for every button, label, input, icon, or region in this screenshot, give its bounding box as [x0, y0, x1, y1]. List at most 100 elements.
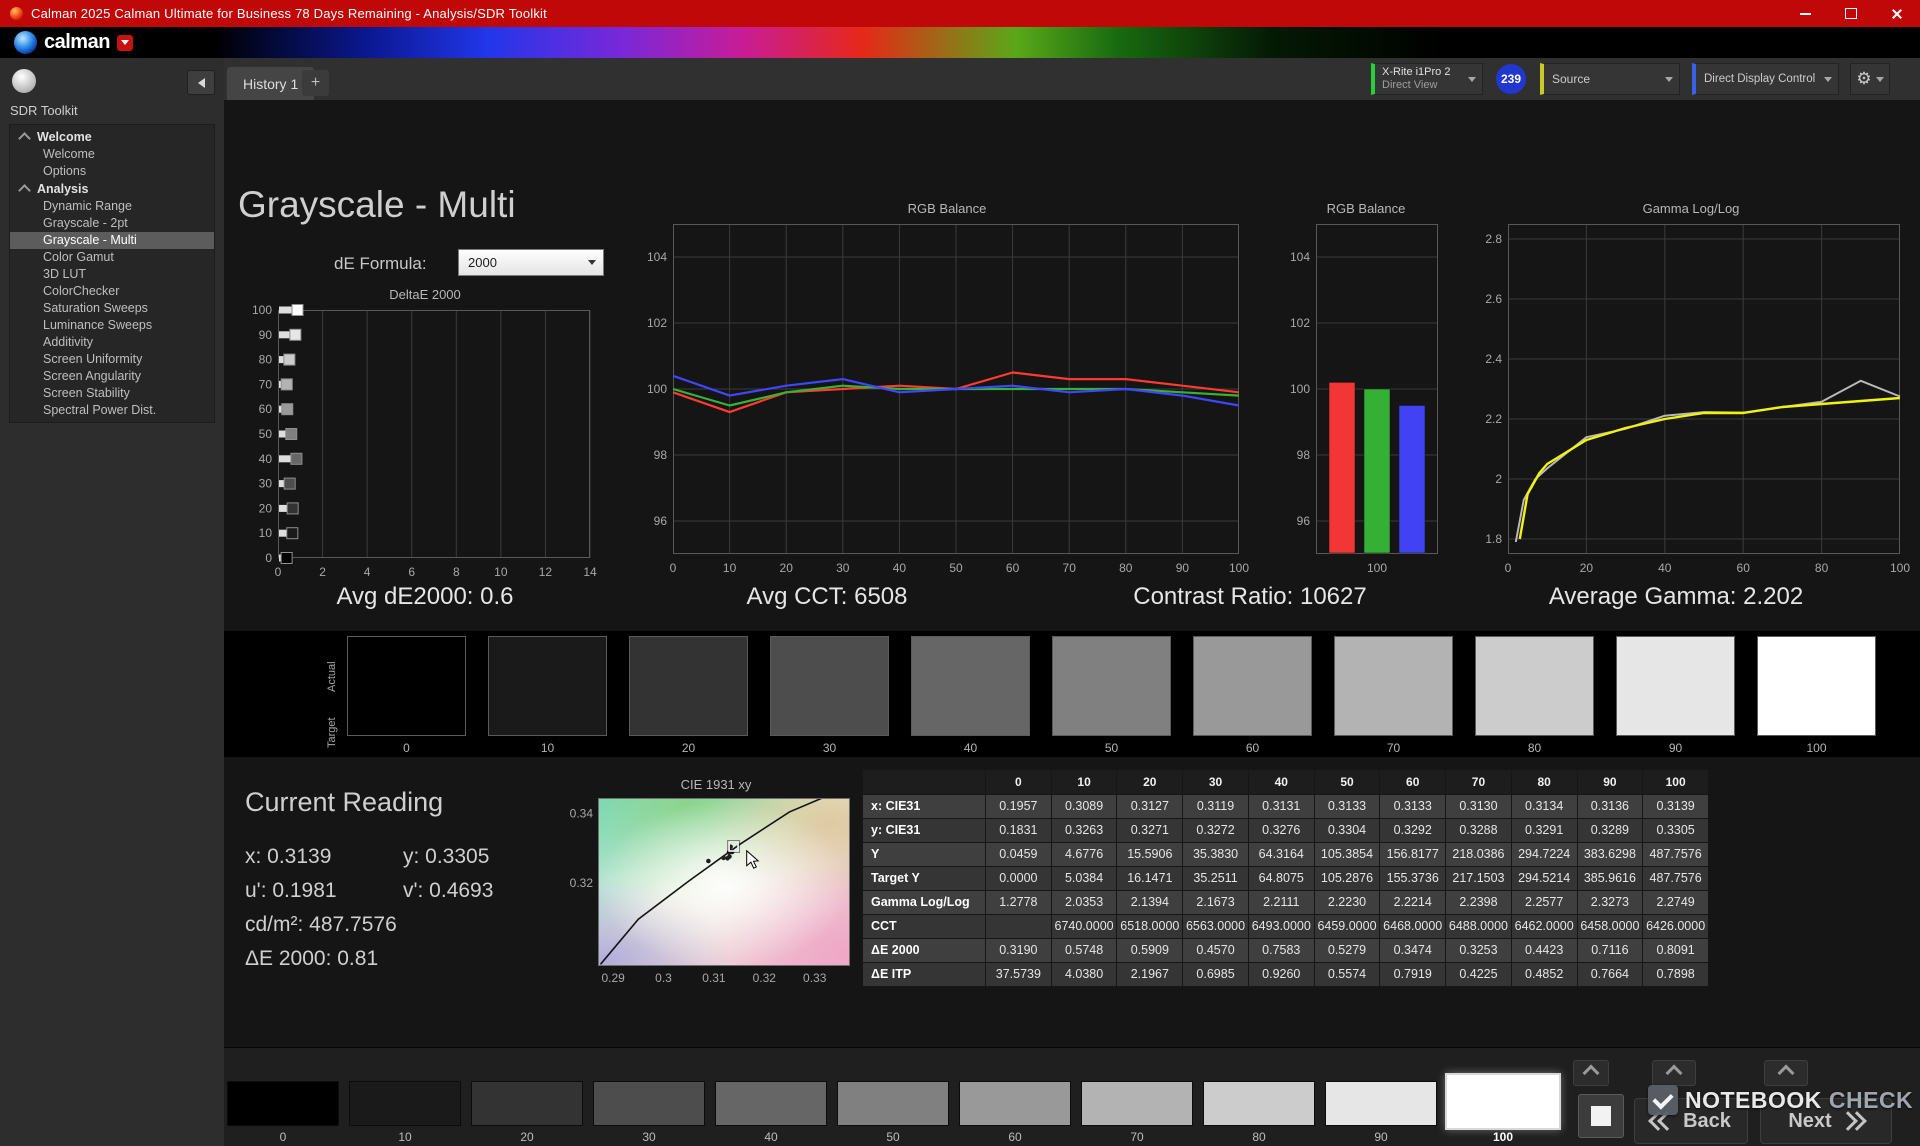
minimize-button[interactable]: [1782, 0, 1828, 27]
table-cell: 37.5739: [986, 963, 1051, 986]
maximize-button[interactable]: [1828, 0, 1874, 27]
sidebar-item-options[interactable]: Options: [10, 163, 214, 180]
sidebar-item-spectral-power-dist[interactable]: Spectral Power Dist.: [10, 402, 214, 419]
swatch-label: 30: [770, 741, 889, 755]
calman-logo[interactable]: calman: [14, 30, 133, 55]
table-cell: 0.3276: [1249, 819, 1314, 842]
sidebar-item-screen-stability[interactable]: Screen Stability: [10, 385, 214, 402]
table-cell: 0.5574: [1315, 963, 1380, 986]
patch-button-40[interactable]: [715, 1081, 827, 1126]
grayscale-swatch-30: [770, 636, 889, 736]
svg-text:50: 50: [259, 427, 273, 441]
sidebar-item-3d-lut[interactable]: 3D LUT: [10, 266, 214, 283]
table-cell: 294.7224: [1512, 843, 1577, 866]
grayscale-swatch-20: [629, 636, 748, 736]
chart-title: CIE 1931 xy: [566, 776, 866, 794]
patch-button-70[interactable]: [1081, 1081, 1193, 1126]
next-button[interactable]: Next: [1760, 1098, 1892, 1144]
table-cell: 0.3190: [986, 939, 1051, 962]
calman-window: Calman 2025 Calman Ultimate for Business…: [0, 0, 1920, 1146]
close-button[interactable]: [1874, 0, 1920, 27]
chevron-down-icon: [1824, 77, 1832, 82]
nav-section-analysis[interactable]: Analysis: [10, 180, 214, 198]
deltae-chart-canvas: 024681012141009080706050403020100: [242, 304, 608, 588]
chevron-up-button[interactable]: [1652, 1060, 1696, 1086]
meter-name: X-Rite i1Pro 2: [1382, 66, 1450, 79]
sidebar-item-grayscale-multi[interactable]: Grayscale - Multi: [10, 232, 214, 249]
table-cell: 2.2577: [1512, 891, 1577, 914]
grayscale-swatch-90: [1616, 636, 1735, 736]
svg-text:10: 10: [494, 565, 508, 579]
grayscale-swatch-0: [347, 636, 466, 736]
svg-text:8: 8: [453, 565, 460, 579]
patch-button-10[interactable]: [349, 1081, 461, 1126]
sidebar-item-screen-angularity[interactable]: Screen Angularity: [10, 368, 214, 385]
table-cell: 0.7664: [1578, 963, 1643, 986]
patch-button-label: 30: [593, 1130, 705, 1144]
sidebar-item-additivity[interactable]: Additivity: [10, 334, 214, 351]
table-row-label: y: CIE31: [863, 819, 985, 842]
chevron-up-button[interactable]: [1764, 1060, 1808, 1086]
table-cell: 4.6776: [1052, 843, 1117, 866]
patch-button-0[interactable]: [227, 1081, 339, 1126]
patch-button-100[interactable]: [1445, 1073, 1561, 1130]
sidebar-item-saturation-sweeps[interactable]: Saturation Sweeps: [10, 300, 214, 317]
table-cell: 0.7583: [1249, 939, 1314, 962]
table-cell: 2.1673: [1183, 891, 1248, 914]
window-title: Calman 2025 Calman Ultimate for Business…: [31, 6, 547, 21]
chevron-down-icon: [1468, 77, 1476, 82]
svg-text:2: 2: [319, 565, 326, 579]
svg-text:100: 100: [1290, 382, 1310, 396]
current-reading-row: cd/m²: 487.7576: [245, 913, 403, 937]
svg-text:60: 60: [1006, 561, 1020, 575]
table-cell: 0.3253: [1446, 939, 1511, 962]
patch-button-90[interactable]: [1325, 1081, 1437, 1126]
window-controls: [1782, 0, 1920, 27]
main-menu-button[interactable]: [117, 35, 133, 51]
table-col-header: 10: [1052, 770, 1117, 794]
sidebar-item-screen-uniformity[interactable]: Screen Uniformity: [10, 351, 214, 368]
reading-value: y: 0.3305: [403, 845, 489, 868]
patch-window-button[interactable]: [1578, 1094, 1624, 1138]
sidebar-item-color-gamut[interactable]: Color Gamut: [10, 249, 214, 266]
svg-text:40: 40: [893, 561, 907, 575]
svg-text:40: 40: [259, 452, 273, 466]
patch-button-60[interactable]: [959, 1081, 1071, 1126]
current-reading-row: x: 0.3139y: 0.3305: [245, 845, 489, 869]
svg-text:0.3: 0.3: [655, 971, 672, 985]
table-cell: 0.3136: [1578, 795, 1643, 818]
nav-section-welcome[interactable]: Welcome: [10, 128, 214, 146]
back-button[interactable]: Back: [1634, 1098, 1748, 1144]
close-icon: [1891, 8, 1903, 20]
sidebar-item-dynamic-range[interactable]: Dynamic Range: [10, 198, 214, 215]
patch-button-80[interactable]: [1203, 1081, 1315, 1126]
table-cell: 0.3271: [1117, 819, 1182, 842]
display-control-dropdown[interactable]: Direct Display Control: [1692, 63, 1839, 95]
tab-bar: History 1 + X-Rite i1Pro 2 Direct View 2…: [224, 58, 1920, 100]
patch-button-30[interactable]: [593, 1081, 705, 1126]
chevron-up-button[interactable]: [1573, 1060, 1609, 1086]
settings-button[interactable]: ⚙: [1850, 63, 1890, 95]
svg-text:96: 96: [1297, 514, 1311, 528]
table-cell: 0.4423: [1512, 939, 1577, 962]
rgb-balance-line-canvas: 96981001021040102030405060708090100: [637, 218, 1257, 588]
de-formula-select[interactable]: 2000: [458, 249, 604, 276]
add-tab-button[interactable]: +: [302, 70, 329, 96]
svg-text:2.6: 2.6: [1485, 292, 1502, 306]
calman-logo-icon: [14, 31, 37, 54]
svg-text:10: 10: [259, 526, 273, 540]
sidebar-item-luminance-sweeps[interactable]: Luminance Sweeps: [10, 317, 214, 334]
source-select-dropdown[interactable]: Source: [1540, 63, 1680, 95]
meter-select-dropdown[interactable]: X-Rite i1Pro 2 Direct View: [1371, 63, 1483, 95]
patch-button-20[interactable]: [471, 1081, 583, 1126]
home-button[interactable]: [12, 69, 36, 93]
table-cell: 2.2749: [1643, 891, 1708, 914]
patch-button-50[interactable]: [837, 1081, 949, 1126]
table-cell: 0.1831: [986, 819, 1051, 842]
swatch-label: 40: [911, 741, 1030, 755]
sidebar-collapse-button[interactable]: [187, 70, 215, 95]
sidebar-item-grayscale-2pt[interactable]: Grayscale - 2pt: [10, 215, 214, 232]
table-cell: 105.2876: [1315, 867, 1380, 890]
sidebar-item-welcome[interactable]: Welcome: [10, 146, 214, 163]
sidebar-item-colorchecker[interactable]: ColorChecker: [10, 283, 214, 300]
